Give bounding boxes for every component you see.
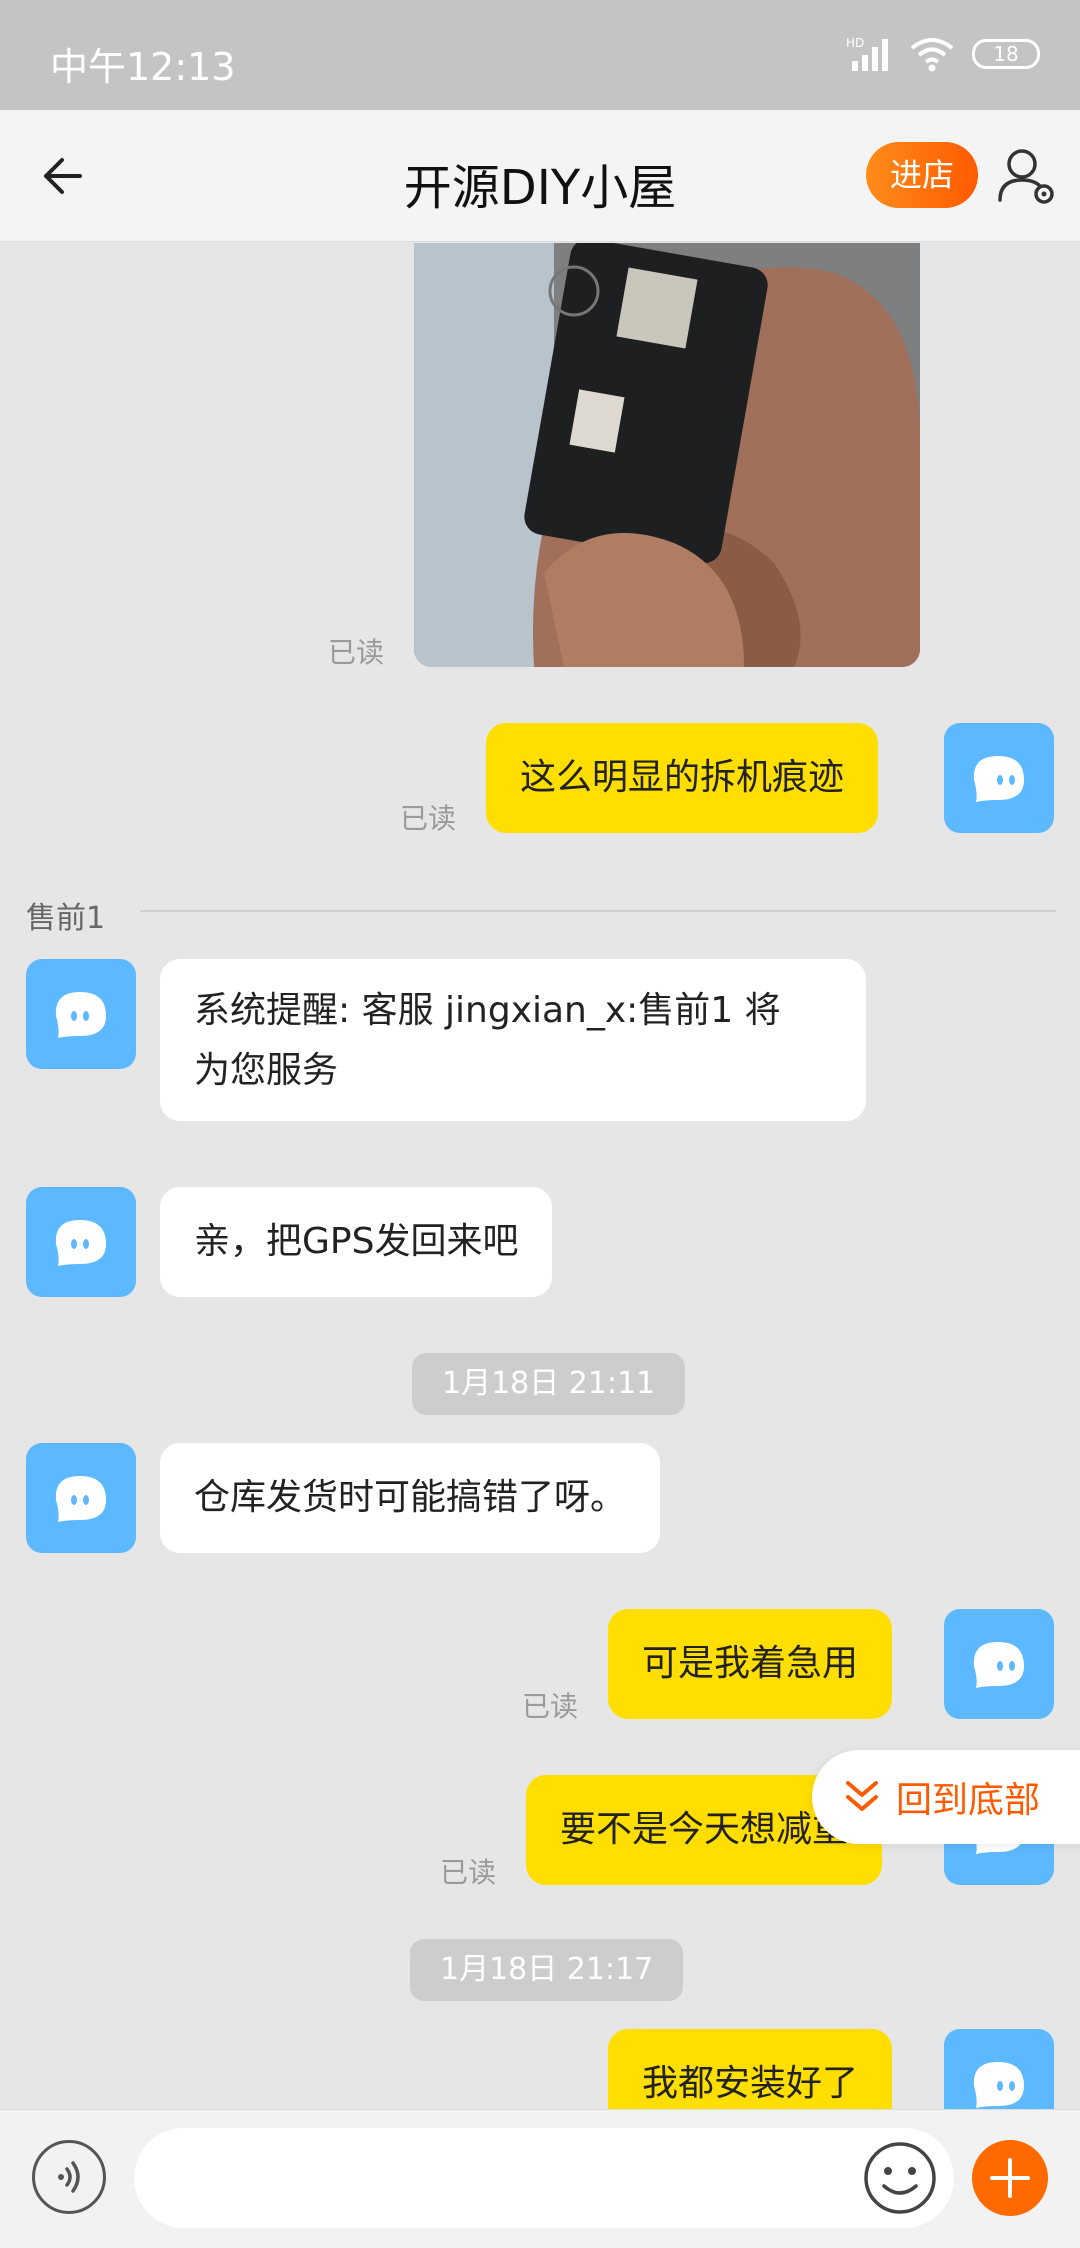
mascot-icon: [973, 756, 1024, 802]
incoming-message[interactable]: 仓库发货时可能搞错了呀。: [160, 1443, 661, 1553]
timestamp: 1月18日 21:17: [410, 1939, 684, 2001]
user-settings-icon[interactable]: [996, 144, 1060, 208]
read-receipt: 已读: [440, 1856, 497, 1889]
back-to-bottom-button[interactable]: 回到底部: [812, 1750, 1080, 1844]
my-avatar[interactable]: [944, 2029, 1054, 2109]
message-text-input[interactable]: [134, 2128, 954, 2228]
agent-avatar[interactable]: [26, 959, 136, 1069]
timestamp: 1月18日 21:11: [412, 1353, 686, 1415]
outgoing-message[interactable]: 可是我着急用: [608, 1609, 893, 1719]
message-input-bar: [0, 2109, 1080, 2248]
mascot-icon: [973, 1642, 1024, 1688]
voice-wave-icon: [58, 2161, 80, 2193]
status-time: 中午12:13: [50, 45, 236, 89]
network-label: HD: [846, 36, 864, 50]
chat-header: 开源DIY小屋 进店: [0, 110, 1080, 242]
read-receipt: 已读: [400, 802, 457, 835]
incoming-message[interactable]: 系统提醒: 客服 jingxian_x:售前1 将 为您服务: [160, 959, 866, 1121]
outgoing-message[interactable]: 这么明显的拆机痕迹: [486, 723, 879, 833]
back-to-bottom-label: 回到底部: [896, 1780, 1041, 1821]
agent-divider-label: 售前1: [26, 901, 106, 936]
circuit-board-photo: [414, 243, 920, 667]
agent-avatar[interactable]: [26, 1187, 136, 1297]
more-actions-button[interactable]: [972, 2140, 1048, 2216]
incoming-message[interactable]: 亲，把GPS发回来吧: [160, 1187, 553, 1297]
enter-store-button[interactable]: 进店: [866, 142, 978, 208]
status-icons: HD 18: [846, 34, 1040, 74]
voice-input-button[interactable]: [32, 2140, 106, 2214]
battery-indicator: 18: [972, 39, 1040, 69]
message-line: 为您服务: [194, 1050, 339, 1091]
mascot-icon: [973, 2062, 1024, 2108]
wifi-icon: [910, 38, 954, 72]
photo-message[interactable]: [414, 243, 920, 667]
outgoing-message[interactable]: 我都安装好了: [608, 2029, 893, 2109]
message-line: 系统提醒: 客服 jingxian_x:售前1 将: [194, 990, 781, 1031]
mascot-icon: [55, 1476, 106, 1522]
agent-avatar[interactable]: [26, 1443, 136, 1553]
read-receipt: 已读: [328, 636, 385, 669]
double-chevron-down-icon: [846, 1781, 878, 1811]
my-avatar[interactable]: [944, 1609, 1054, 1719]
divider-line: [140, 910, 1056, 912]
mascot-icon: [55, 992, 106, 1038]
plus-icon: [990, 2158, 1030, 2198]
emoji-icon[interactable]: [860, 2138, 940, 2218]
mascot-icon: [55, 1220, 106, 1266]
my-avatar[interactable]: [944, 723, 1054, 833]
status-bar: 中午12:13 HD 18: [0, 0, 1080, 110]
read-receipt: 已读: [522, 1690, 579, 1723]
cellular-signal-icon: HD: [846, 36, 888, 71]
